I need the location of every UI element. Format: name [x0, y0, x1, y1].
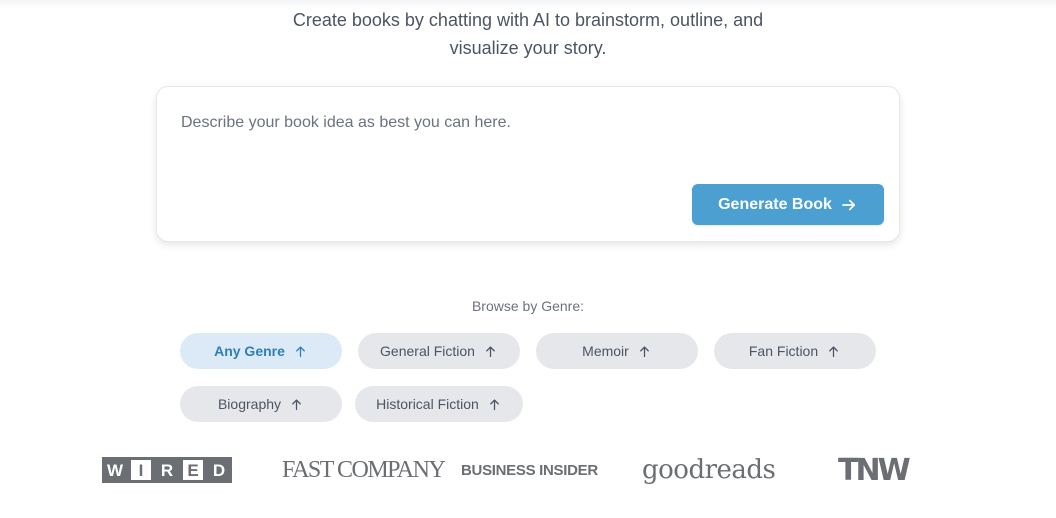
wired-logo-letter: W [102, 457, 128, 483]
fast-company-logo: FAST COMPANY [282, 456, 446, 483]
genre-chip-memoir[interactable]: Memoir [536, 333, 698, 369]
genre-chip-label: Biography [217, 396, 282, 412]
book-idea-card: Generate Book [156, 86, 900, 242]
wired-logo-letter: I [128, 457, 154, 483]
genre-chip-label: Memoir [582, 343, 629, 359]
genre-chip-historical-fiction[interactable]: Historical Fiction [355, 386, 523, 422]
genre-chip-any-genre[interactable]: Any Genre [180, 333, 342, 369]
generate-book-button[interactable]: Generate Book [692, 184, 884, 225]
generate-book-label: Generate Book [718, 195, 832, 213]
wired-logo-letter: E [180, 457, 206, 483]
arrow-up-icon [292, 399, 301, 410]
hero-subtitle-line-1: Create books by chatting with AI to brai… [292, 10, 764, 30]
page: Create books by chatting with AI to brai… [0, 0, 1056, 518]
tnw-logo: TNW [838, 452, 911, 488]
arrow-right-icon [842, 199, 855, 210]
browse-by-genre-label: Browse by Genre: [471, 298, 585, 314]
genre-chip-fan-fiction[interactable]: Fan Fiction [714, 333, 876, 369]
arrow-up-icon [489, 399, 499, 410]
genre-chip-general-fiction[interactable]: General Fiction [358, 333, 520, 369]
wired-logo: W I R E D [102, 448, 232, 492]
genre-chip-label: General Fiction [380, 343, 475, 359]
wired-logo-letter: R [154, 457, 180, 483]
genre-chip-label: Historical Fiction [376, 396, 479, 412]
business-insider-logo: BUSINESS INSIDER [461, 461, 598, 479]
hero-subtitle: Create books by chatting with AI to brai… [228, 6, 828, 62]
genre-chip-label: Any Genre [214, 343, 285, 359]
hero-subtitle-line-2: visualize your story. [449, 38, 607, 58]
press-logos: W I R E D FAST COMPANY BUSINESS INSIDER … [100, 448, 950, 492]
book-idea-input[interactable] [181, 111, 871, 171]
genre-chip-label: Fan Fiction [748, 343, 819, 359]
goodreads-logo: goodreads [642, 455, 776, 485]
arrow-up-icon [639, 346, 649, 357]
arrow-up-icon [486, 346, 495, 357]
arrow-up-icon [296, 346, 305, 357]
genre-chip-biography[interactable]: Biography [180, 386, 342, 422]
wired-logo-letter: D [206, 457, 232, 483]
arrow-up-icon [829, 346, 838, 357]
